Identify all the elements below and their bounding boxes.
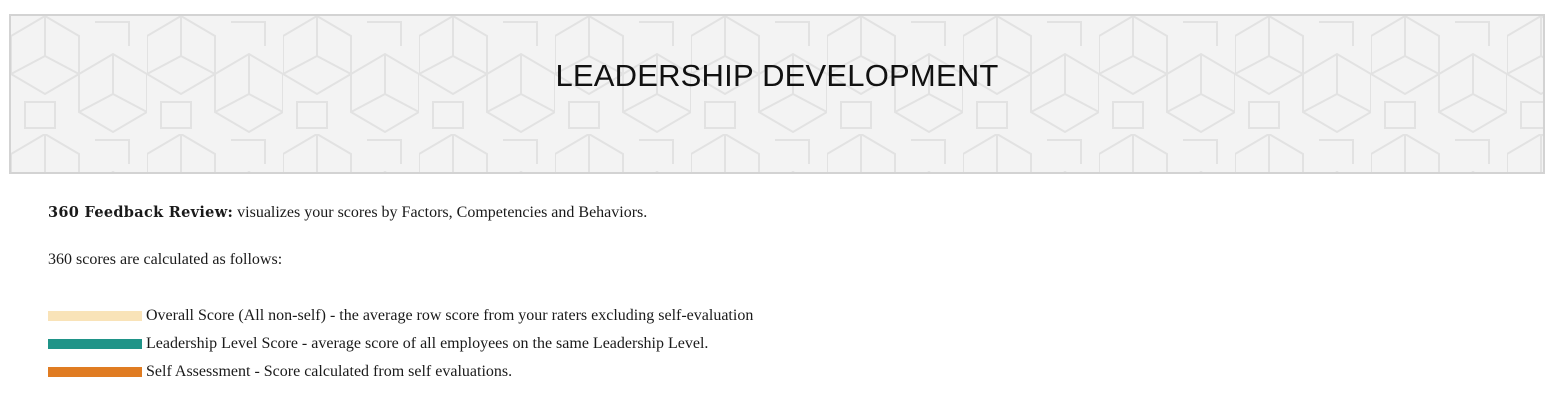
page-title: LEADERSHIP DEVELOPMENT bbox=[555, 58, 999, 93]
legend-item-overall: Overall Score (All non-self) - the avera… bbox=[48, 302, 1528, 330]
legend-swatch-leadership-level bbox=[48, 339, 142, 349]
geometric-background-pattern bbox=[11, 16, 1543, 172]
header-banner: LEADERSHIP DEVELOPMENT bbox=[9, 14, 1545, 174]
intro-paragraph: 360 Feedback Review: visualizes your sco… bbox=[48, 200, 1528, 226]
legend-item-leadership-level: Leadership Level Score - average score o… bbox=[48, 330, 1528, 358]
content-section: 360 Feedback Review: visualizes your sco… bbox=[48, 200, 1528, 386]
legend-label-overall: Overall Score (All non-self) - the avera… bbox=[146, 307, 754, 324]
intro-text: visualizes your scores by Factors, Compe… bbox=[233, 204, 648, 221]
legend-label-self-assessment: Self Assessment - Score calculated from … bbox=[146, 363, 513, 380]
legend-swatch-overall bbox=[48, 311, 142, 321]
legend-swatch-self-assessment bbox=[48, 367, 142, 377]
score-legend: Overall Score (All non-self) - the avera… bbox=[48, 302, 1528, 386]
legend-item-self-assessment: Self Assessment - Score calculated from … bbox=[48, 358, 1528, 386]
calculation-note: 360 scores are calculated as follows: bbox=[48, 251, 283, 268]
legend-label-leadership-level: Leadership Level Score - average score o… bbox=[146, 335, 709, 352]
intro-label: 360 Feedback Review: bbox=[48, 204, 234, 221]
